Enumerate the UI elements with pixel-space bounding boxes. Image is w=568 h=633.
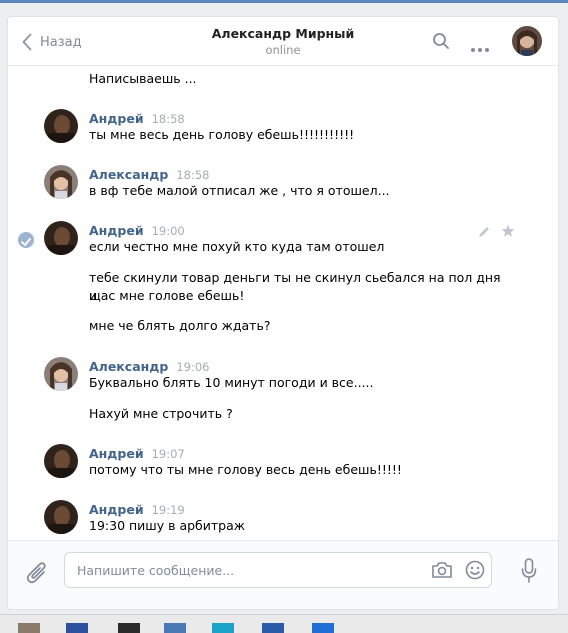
message-input[interactable]	[77, 561, 407, 579]
message-author[interactable]: Андрей 18:58	[89, 111, 185, 126]
contact-name[interactable]: Александр Мирный	[158, 26, 408, 41]
message-text: в вф тебе малой отписал же , что я отоше…	[89, 183, 390, 198]
message-text: 19:30 пишу в арбитраж	[89, 518, 246, 533]
message-composer	[8, 540, 558, 609]
message-history[interactable]: Написываешь ... Андрей 18:58 ты мне весь …	[8, 66, 558, 540]
avatar[interactable]	[44, 109, 78, 143]
smile-icon	[465, 560, 485, 584]
message-time: 19:07	[151, 447, 185, 461]
message-text: Буквально блять 10 минут погоди и все...…	[89, 375, 374, 390]
message-text: мне че блять долго ждать?	[89, 318, 271, 333]
microphone-icon	[521, 558, 537, 588]
more-dots-icon	[470, 38, 490, 57]
message-time: 19:00	[151, 224, 185, 238]
message-select-checkbox[interactable]	[18, 232, 34, 248]
avatar[interactable]	[44, 500, 78, 534]
attach-button[interactable]	[26, 561, 48, 589]
message-text: потому что ты мне голову весь день ебешь…	[89, 462, 402, 477]
message-author[interactable]: Андрей 19:07	[89, 446, 185, 461]
message-time: 19:06	[176, 360, 210, 374]
contact-status: online	[265, 43, 301, 57]
message-author[interactable]: Андрей 19:19	[89, 502, 185, 517]
message-input-box	[64, 552, 492, 588]
voice-message-button[interactable]	[521, 558, 537, 588]
avatar[interactable]	[44, 165, 78, 199]
avatar[interactable]	[44, 357, 78, 391]
os-taskbar	[0, 614, 568, 633]
message-time: 18:58	[151, 112, 185, 126]
message-text: щас мне голове ебешь!	[89, 288, 245, 303]
chat-header: Назад Александр Мирный online	[8, 17, 558, 66]
message-time: 18:58	[176, 168, 210, 182]
message-text: Нахуй мне строчить ?	[89, 406, 233, 421]
contact-avatar[interactable]	[512, 26, 542, 56]
back-label: Назад	[40, 34, 82, 50]
browser-top-edge	[0, 0, 568, 3]
message-text: Написываешь ...	[89, 71, 197, 86]
message-text: ты мне весь день голову ебешь!!!!!!!!!!!	[89, 127, 355, 142]
message-author[interactable]: Александр 18:58	[89, 167, 209, 182]
message-text: если честно мне похуй кто куда там отоше…	[89, 239, 385, 254]
emoji-button[interactable]	[465, 560, 485, 584]
paperclip-icon	[26, 562, 48, 589]
avatar[interactable]	[44, 444, 78, 478]
back-button[interactable]: Назад	[22, 32, 82, 52]
more-actions-button[interactable]	[470, 38, 490, 57]
search-button[interactable]	[432, 32, 450, 54]
chevron-left-icon	[22, 33, 32, 51]
search-icon	[432, 33, 450, 54]
camera-button[interactable]	[431, 561, 453, 583]
avatar[interactable]	[44, 221, 78, 255]
message-time: 19:19	[151, 503, 185, 517]
message-author[interactable]: Александр 19:06	[89, 359, 209, 374]
camera-icon	[431, 562, 453, 583]
check-circle-icon	[21, 231, 31, 250]
message-author[interactable]: Андрей 19:00	[89, 223, 185, 238]
chat-window: Назад Александр Мирный online Написываеш…	[7, 16, 559, 610]
